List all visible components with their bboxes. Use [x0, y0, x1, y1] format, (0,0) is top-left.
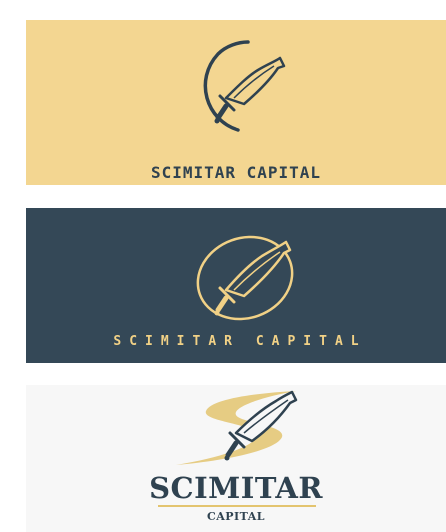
logo-panel-dark: SCIMITAR CAPITAL	[26, 208, 446, 363]
wordmark: SCIMITAR CAPITAL	[113, 334, 367, 349]
logo-showcase: SCIMITAR CAPITAL SCIMITAR CAPITAL SCIMIT…	[0, 0, 446, 532]
wordmark-subtitle: CAPITAL	[206, 510, 266, 523]
logo-panel-light: SCIMITAR CAPITAL	[26, 385, 446, 532]
wordmark: SCIMITAR	[149, 471, 323, 505]
scimitar-crescent-icon	[203, 40, 286, 132]
wordmark: SCIMITAR CAPITAL	[150, 163, 322, 182]
logo-panel-gold: SCIMITAR CAPITAL	[26, 20, 446, 185]
wordmark-underline	[158, 505, 316, 507]
